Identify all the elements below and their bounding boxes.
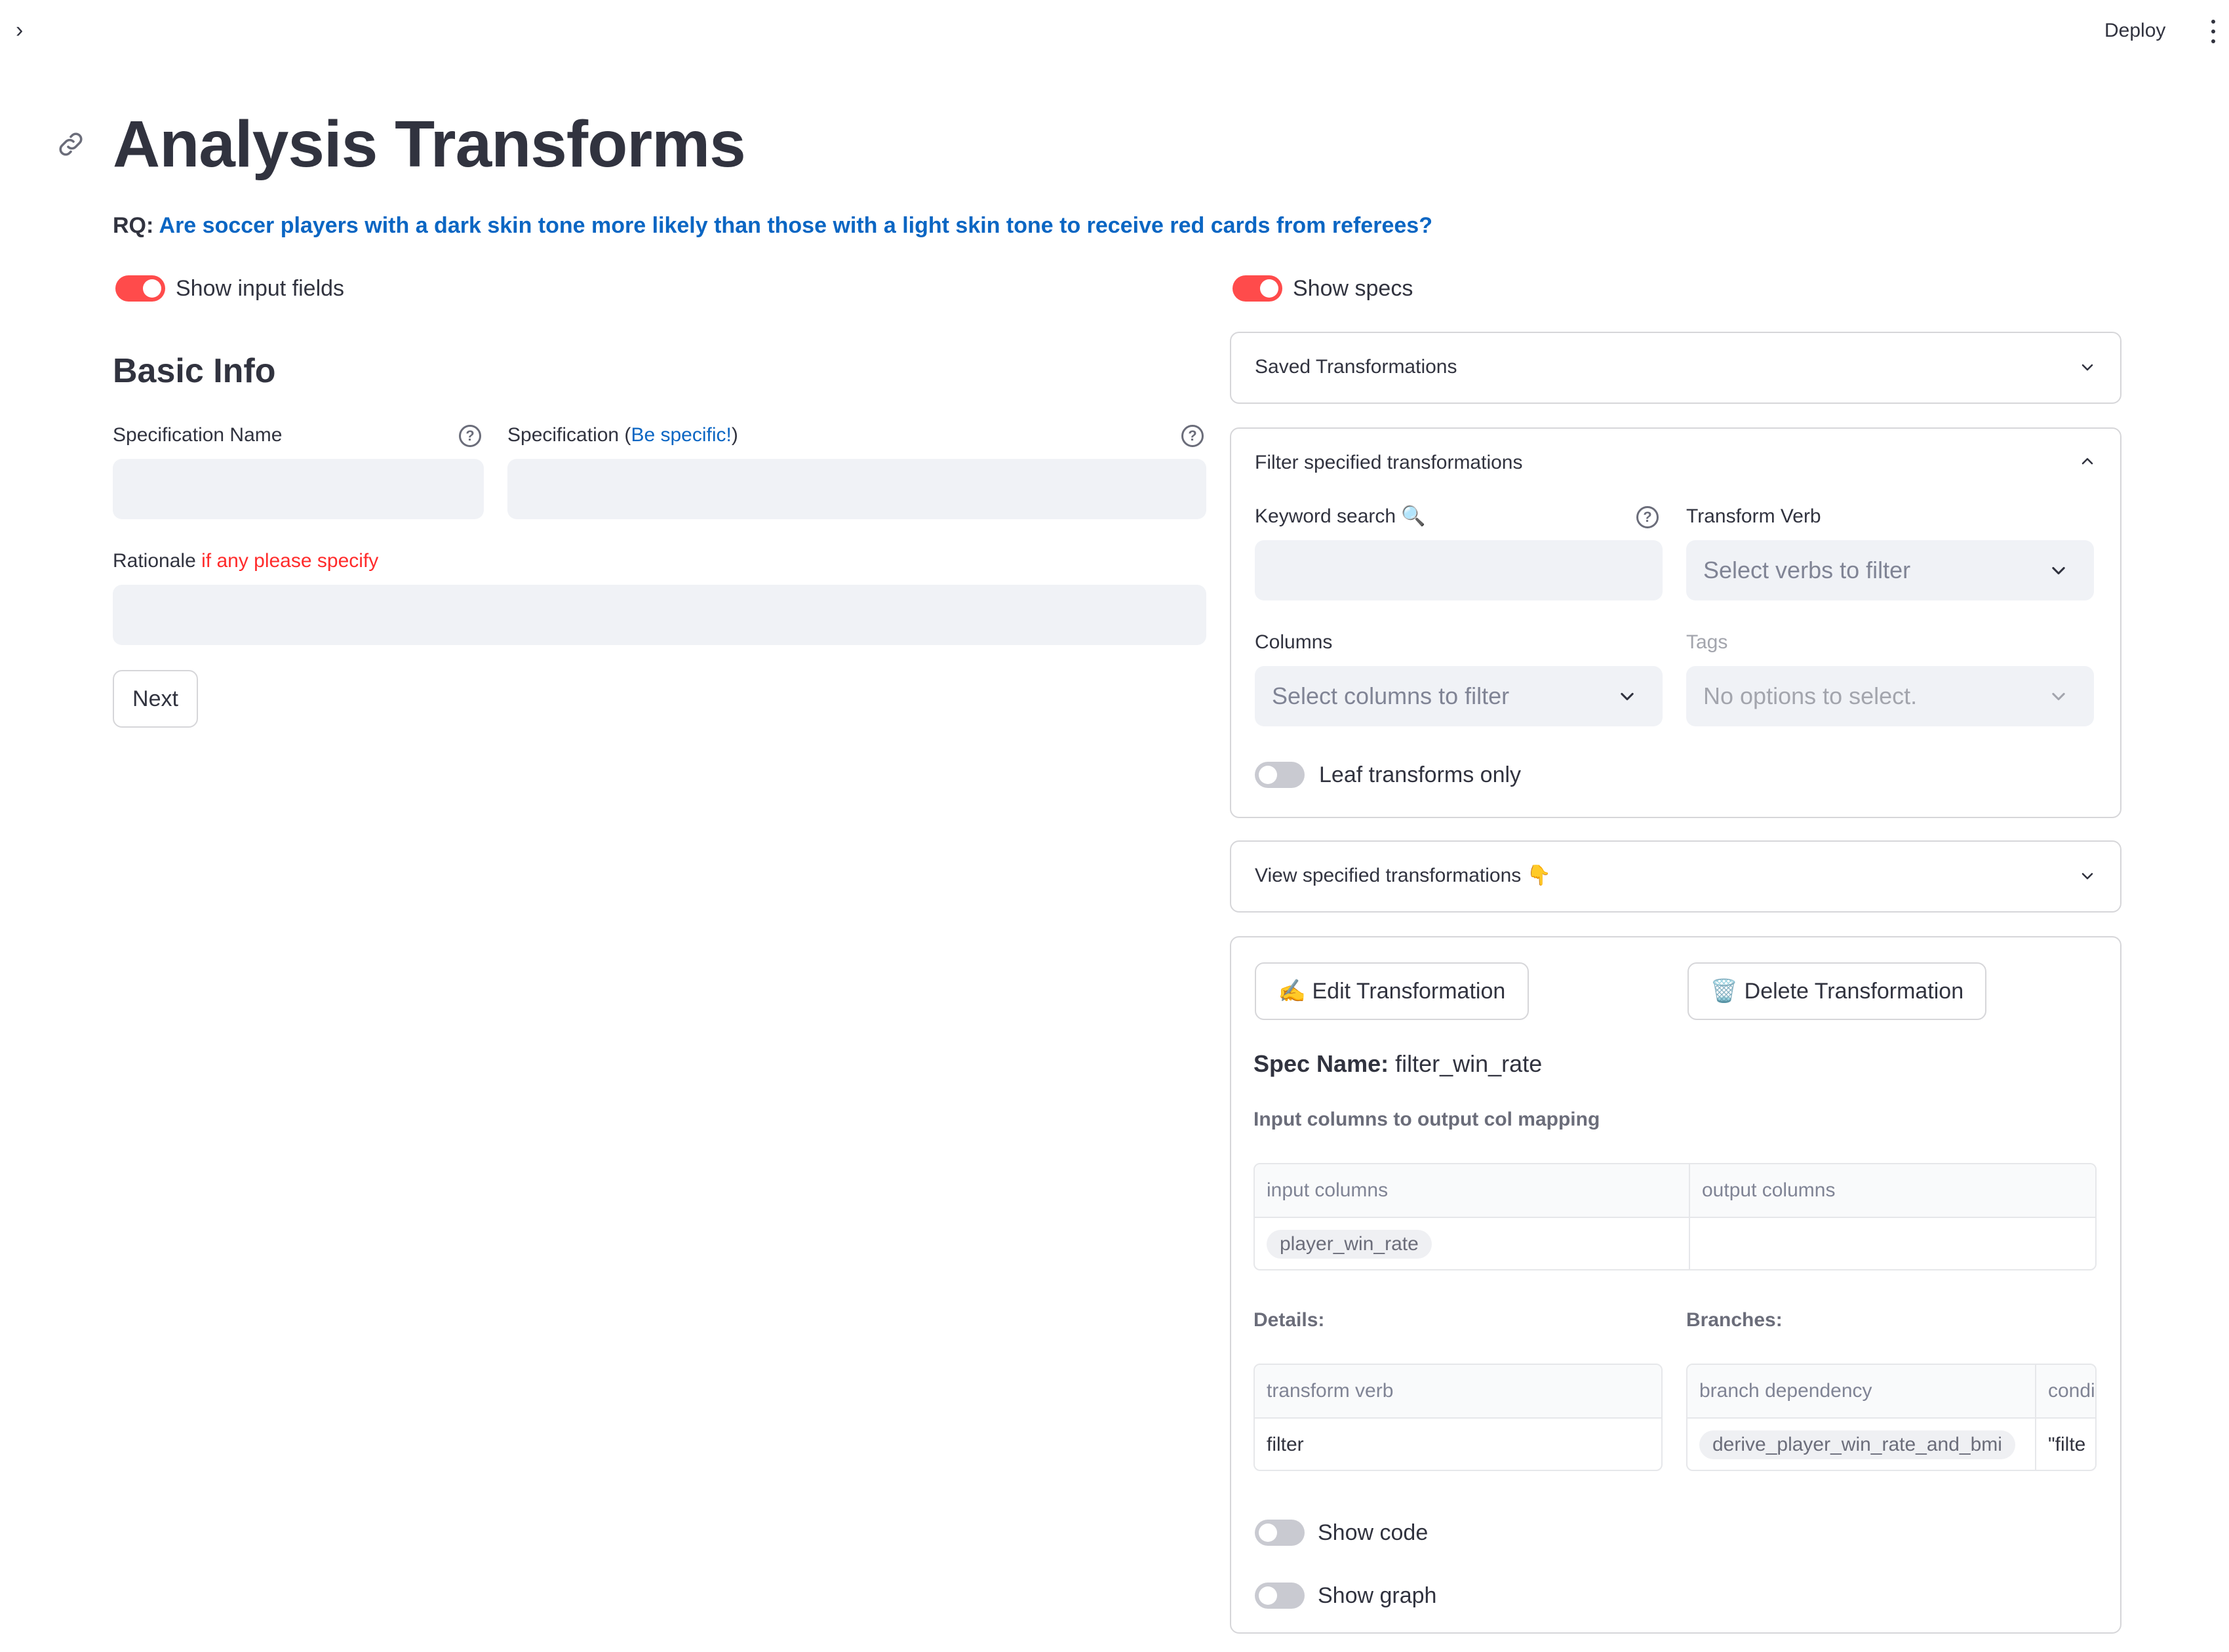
spec-label-close: ) (731, 424, 738, 446)
mapping-header-input: input columns (1267, 1179, 1389, 1201)
spec-label-hint: Be specific! (631, 424, 732, 446)
rq-label: RQ: (113, 213, 154, 238)
branches-dependency-cell: derive_player_win_rate_and_bmi (1699, 1430, 2015, 1459)
columns-label: Columns (1255, 631, 1333, 653)
tags-label: Tags (1686, 631, 1728, 653)
edit-transformation-button[interactable]: ✍️ Edit Transformation (1255, 962, 1529, 1020)
columns-placeholder: Select columns to filter (1272, 682, 1510, 709)
chevron-down-icon (2052, 566, 2065, 575)
show-specs-toggle[interactable] (1233, 275, 1282, 302)
keyword-help-icon[interactable]: ? (1636, 506, 1659, 528)
basic-info-heading: Basic Info (113, 352, 276, 390)
details-header-verb: transform verb (1267, 1380, 1394, 1402)
delete-transformation-button[interactable]: 🗑️ Delete Transformation (1687, 962, 1986, 1020)
spec-name-label: Specification Name (113, 424, 283, 446)
branches-header-condition: condi (2048, 1380, 2095, 1402)
sidebar-expand-icon[interactable]: › (16, 17, 35, 43)
spec-name: Spec Name: filter_win_rate (1253, 1048, 1542, 1080)
spec-input[interactable] (507, 459, 1206, 519)
deploy-button[interactable]: Deploy (2104, 16, 2165, 46)
transform-verb-select[interactable]: Select verbs to filter (1686, 540, 2094, 600)
saved-transformations-title: Saved Transformations (1255, 356, 1457, 378)
chevron-down-icon (2081, 364, 2093, 371)
mapping-input-cell: player_win_rate (1267, 1230, 1432, 1259)
main-menu-icon[interactable] (2207, 16, 2220, 47)
branches-header-dependency: branch dependency (1699, 1380, 1872, 1402)
mapping-header-output: output columns (1702, 1179, 1836, 1201)
keyword-search-input[interactable] (1255, 540, 1663, 600)
transformation-detail-panel: ✍️ Edit Transformation 🗑️ Delete Transfo… (1230, 936, 2121, 1634)
details-table[interactable]: transform verb filter (1253, 1364, 1663, 1471)
rationale-input[interactable] (113, 585, 1206, 645)
spec-label-text: Specification ( (507, 424, 631, 446)
spec-help-icon[interactable]: ? (1181, 425, 1204, 447)
keyword-search-label: Keyword search 🔍 (1255, 505, 1426, 527)
show-code-label: Show code (1318, 1520, 1429, 1545)
view-specified-title: View specified transformations 👇 (1255, 865, 1551, 886)
rationale-hint: if any please specify (201, 550, 379, 572)
chevron-up-icon[interactable] (2080, 454, 2095, 469)
tags-select: No options to select. (1686, 666, 2094, 726)
tags-placeholder: No options to select. (1703, 682, 1918, 709)
leaf-transforms-label: Leaf transforms only (1319, 762, 1522, 787)
spec-name-value: filter_win_rate (1395, 1050, 1543, 1077)
leaf-transforms-toggle[interactable] (1255, 762, 1305, 788)
link-icon[interactable] (55, 128, 87, 160)
mapping-title: Input columns to output col mapping (1253, 1109, 1600, 1130)
branches-condition-cell: "filte (2048, 1434, 2086, 1455)
show-input-fields-label: Show input fields (176, 276, 345, 301)
transform-verb-label: Transform Verb (1686, 505, 1821, 527)
filter-transformations-title[interactable]: Filter specified transformations (1255, 448, 1523, 477)
saved-transformations-expander[interactable]: Saved Transformations (1230, 332, 2121, 404)
spec-name-help-icon[interactable]: ? (459, 425, 481, 447)
spec-name-key: Spec Name: (1253, 1050, 1389, 1077)
show-code-toggle[interactable] (1255, 1520, 1305, 1546)
branches-table[interactable]: branch dependency condi derive_player_wi… (1686, 1364, 2097, 1471)
details-verb-cell: filter (1267, 1434, 1304, 1455)
show-input-fields-toggle[interactable] (115, 275, 165, 302)
spec-label: Specification (Be specific!) (507, 421, 738, 450)
details-label: Details: (1253, 1309, 1325, 1331)
chevron-down-icon (2052, 692, 2065, 701)
mapping-table[interactable]: input columns output columns player_win_… (1253, 1163, 2097, 1270)
table-row: derive_player_win_rate_and_bmi (1699, 1430, 2015, 1459)
spec-name-input[interactable] (113, 459, 484, 519)
rq-question-text: Are soccer players with a dark skin tone… (159, 213, 1432, 238)
view-specified-expander[interactable]: View specified transformations 👇 (1230, 840, 2121, 913)
show-graph-toggle[interactable] (1255, 1583, 1305, 1609)
next-button[interactable]: Next (113, 670, 198, 728)
chevron-down-icon (1621, 692, 1634, 701)
research-question: RQ: Are soccer players with a dark skin … (113, 208, 1432, 243)
transform-verb-placeholder: Select verbs to filter (1703, 557, 1911, 583)
table-row: player_win_rate (1267, 1230, 1432, 1259)
chevron-down-icon (2081, 873, 2093, 880)
rationale-label: Rationale if any please specify (113, 547, 378, 576)
show-graph-label: Show graph (1318, 1583, 1437, 1608)
show-specs-label: Show specs (1293, 276, 1413, 301)
page-title: Analysis Transforms (113, 108, 746, 181)
rationale-label-text: Rationale (113, 550, 196, 572)
branches-label: Branches: (1686, 1309, 1783, 1331)
columns-select[interactable]: Select columns to filter (1255, 666, 1663, 726)
filter-transformations-expander: Filter specified transformations Keyword… (1230, 427, 2121, 818)
